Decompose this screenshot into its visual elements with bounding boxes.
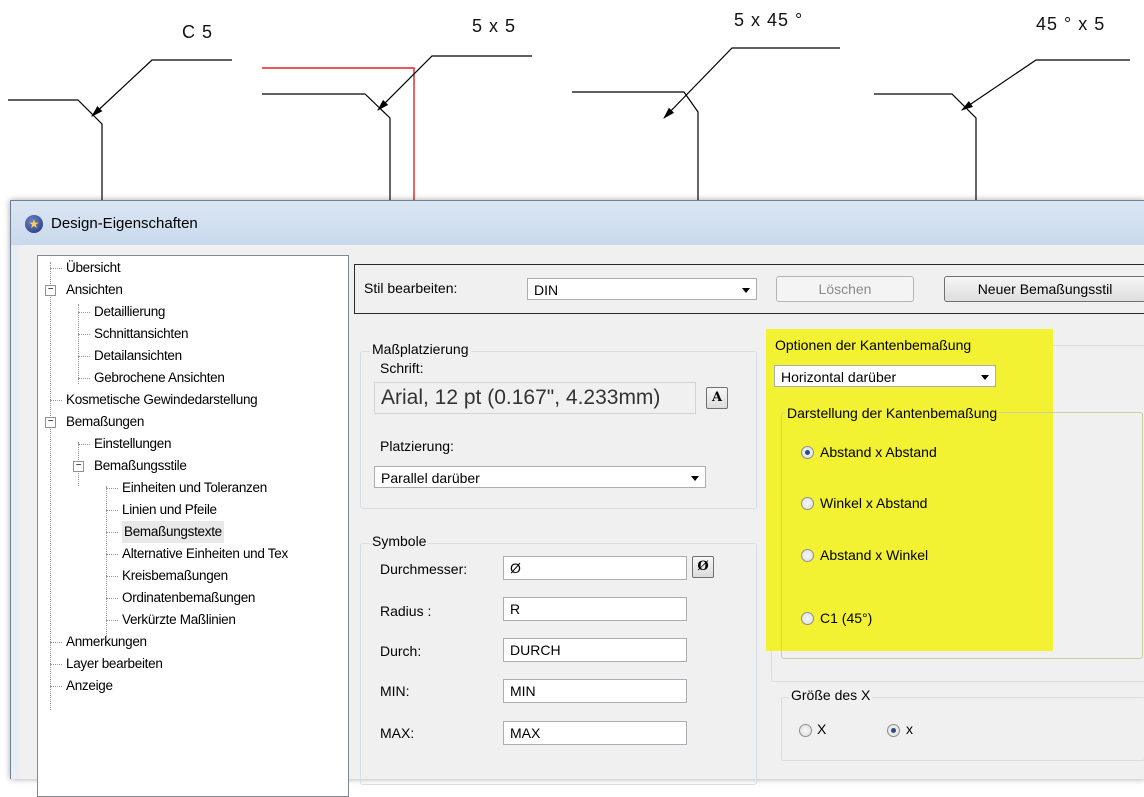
- max-label: MAX:: [380, 725, 415, 741]
- chamfer-5x5: [262, 55, 532, 200]
- chamfer-5x45: [572, 47, 840, 200]
- radius-field[interactable]: R: [503, 597, 687, 621]
- title-bar[interactable]: ★ Design-Eigenschaften: [11, 201, 1144, 245]
- chamfer-c5: [8, 59, 232, 200]
- x-size-group: [781, 697, 1144, 761]
- through-label: Durch:: [380, 643, 422, 659]
- collapse-icon[interactable]: −: [73, 461, 84, 472]
- radio-label-x-lower: x: [906, 721, 913, 737]
- settings-tree[interactable]: Übersicht − Ansichten Detaillierung Schn…: [37, 255, 349, 797]
- collapse-icon[interactable]: −: [45, 285, 56, 296]
- drawing-label-5x45: 5 x 45 °: [734, 10, 804, 30]
- new-dimension-style-button[interactable]: Neuer Bemaßungsstil: [944, 276, 1144, 302]
- drawing-label-c5: C 5: [182, 22, 214, 42]
- placement-group-title: Maßplatzierung: [370, 341, 471, 357]
- edge-options-select[interactable]: Horizontal darüber: [774, 365, 996, 387]
- dialog-client-area: Übersicht − Ansichten Detaillierung Schn…: [19, 245, 1144, 797]
- chevron-down-icon: [691, 476, 699, 481]
- radio-label-abstand-x-winkel: Abstand x Winkel: [820, 547, 929, 563]
- delete-button[interactable]: Löschen: [776, 276, 914, 302]
- app-star-icon: ★: [25, 215, 43, 233]
- chamfer-45x5: [874, 59, 1130, 200]
- diameter-symbol-button[interactable]: Ø: [692, 556, 714, 578]
- max-field[interactable]: MAX: [503, 721, 687, 745]
- drawing-label-45x5: 45 ° x 5: [1036, 14, 1106, 34]
- collapse-icon[interactable]: −: [45, 417, 56, 428]
- symbols-group-title: Symbole: [370, 533, 429, 549]
- font-display: Arial, 12 pt (0.167", 4.233mm): [374, 382, 696, 414]
- radius-label: Radius :: [380, 603, 432, 619]
- x-size-group-title: Größe des X: [789, 687, 873, 703]
- diameter-field[interactable]: Ø: [503, 556, 687, 580]
- edge-options-title: Optionen der Kantenbemaßung: [775, 337, 972, 353]
- through-field[interactable]: DURCH: [503, 638, 687, 662]
- radio-abstand-x-abstand[interactable]: [801, 446, 814, 459]
- placement-select[interactable]: Parallel darüber: [374, 466, 706, 488]
- radio-label-x-upper: X: [817, 721, 827, 737]
- style-select[interactable]: DIN: [527, 278, 757, 300]
- style-edit-label: Stil bearbeiten:: [364, 280, 458, 296]
- diameter-label: Durchmesser:: [380, 561, 468, 577]
- placement-label: Platzierung:: [380, 438, 454, 454]
- radio-winkel-x-abstand[interactable]: [801, 497, 814, 510]
- dialog-title: Design-Eigenschaften: [51, 215, 198, 232]
- radio-label-winkel-x-abstand: Winkel x Abstand: [820, 495, 928, 511]
- edge-display-title: Darstellung der Kantenbemaßung: [785, 405, 1000, 421]
- drawing-canvas: C 5 5 x 5 5 x 45 ° 45 ° x 5: [0, 0, 1144, 200]
- min-label: MIN:: [380, 683, 410, 699]
- radio-label-c1-45: C1 (45°): [820, 610, 873, 626]
- style-edit-bar: Stil bearbeiten: DIN Löschen Neuer Bemaß…: [354, 264, 1144, 314]
- radio-x-upper[interactable]: [799, 724, 812, 737]
- radio-label-abstand-x-abstand: Abstand x Abstand: [820, 444, 937, 460]
- tree-connector: [106, 486, 107, 636]
- radio-abstand-x-winkel[interactable]: [801, 549, 814, 562]
- min-field[interactable]: MIN: [503, 679, 687, 703]
- radio-c1-45[interactable]: [801, 612, 814, 625]
- design-properties-dialog: ★ Design-Eigenschaften Übersicht − Ansic…: [10, 200, 1144, 797]
- chevron-down-icon: [742, 288, 750, 293]
- radio-x-lower[interactable]: [887, 724, 900, 737]
- chevron-down-icon: [981, 375, 989, 380]
- tree-connector: [78, 304, 79, 384]
- drawing-label-5x5: 5 x 5: [472, 16, 517, 36]
- font-picker-button[interactable]: A: [706, 387, 728, 409]
- font-label: Schrift:: [380, 360, 424, 376]
- chamfer-drawings: [8, 47, 1130, 200]
